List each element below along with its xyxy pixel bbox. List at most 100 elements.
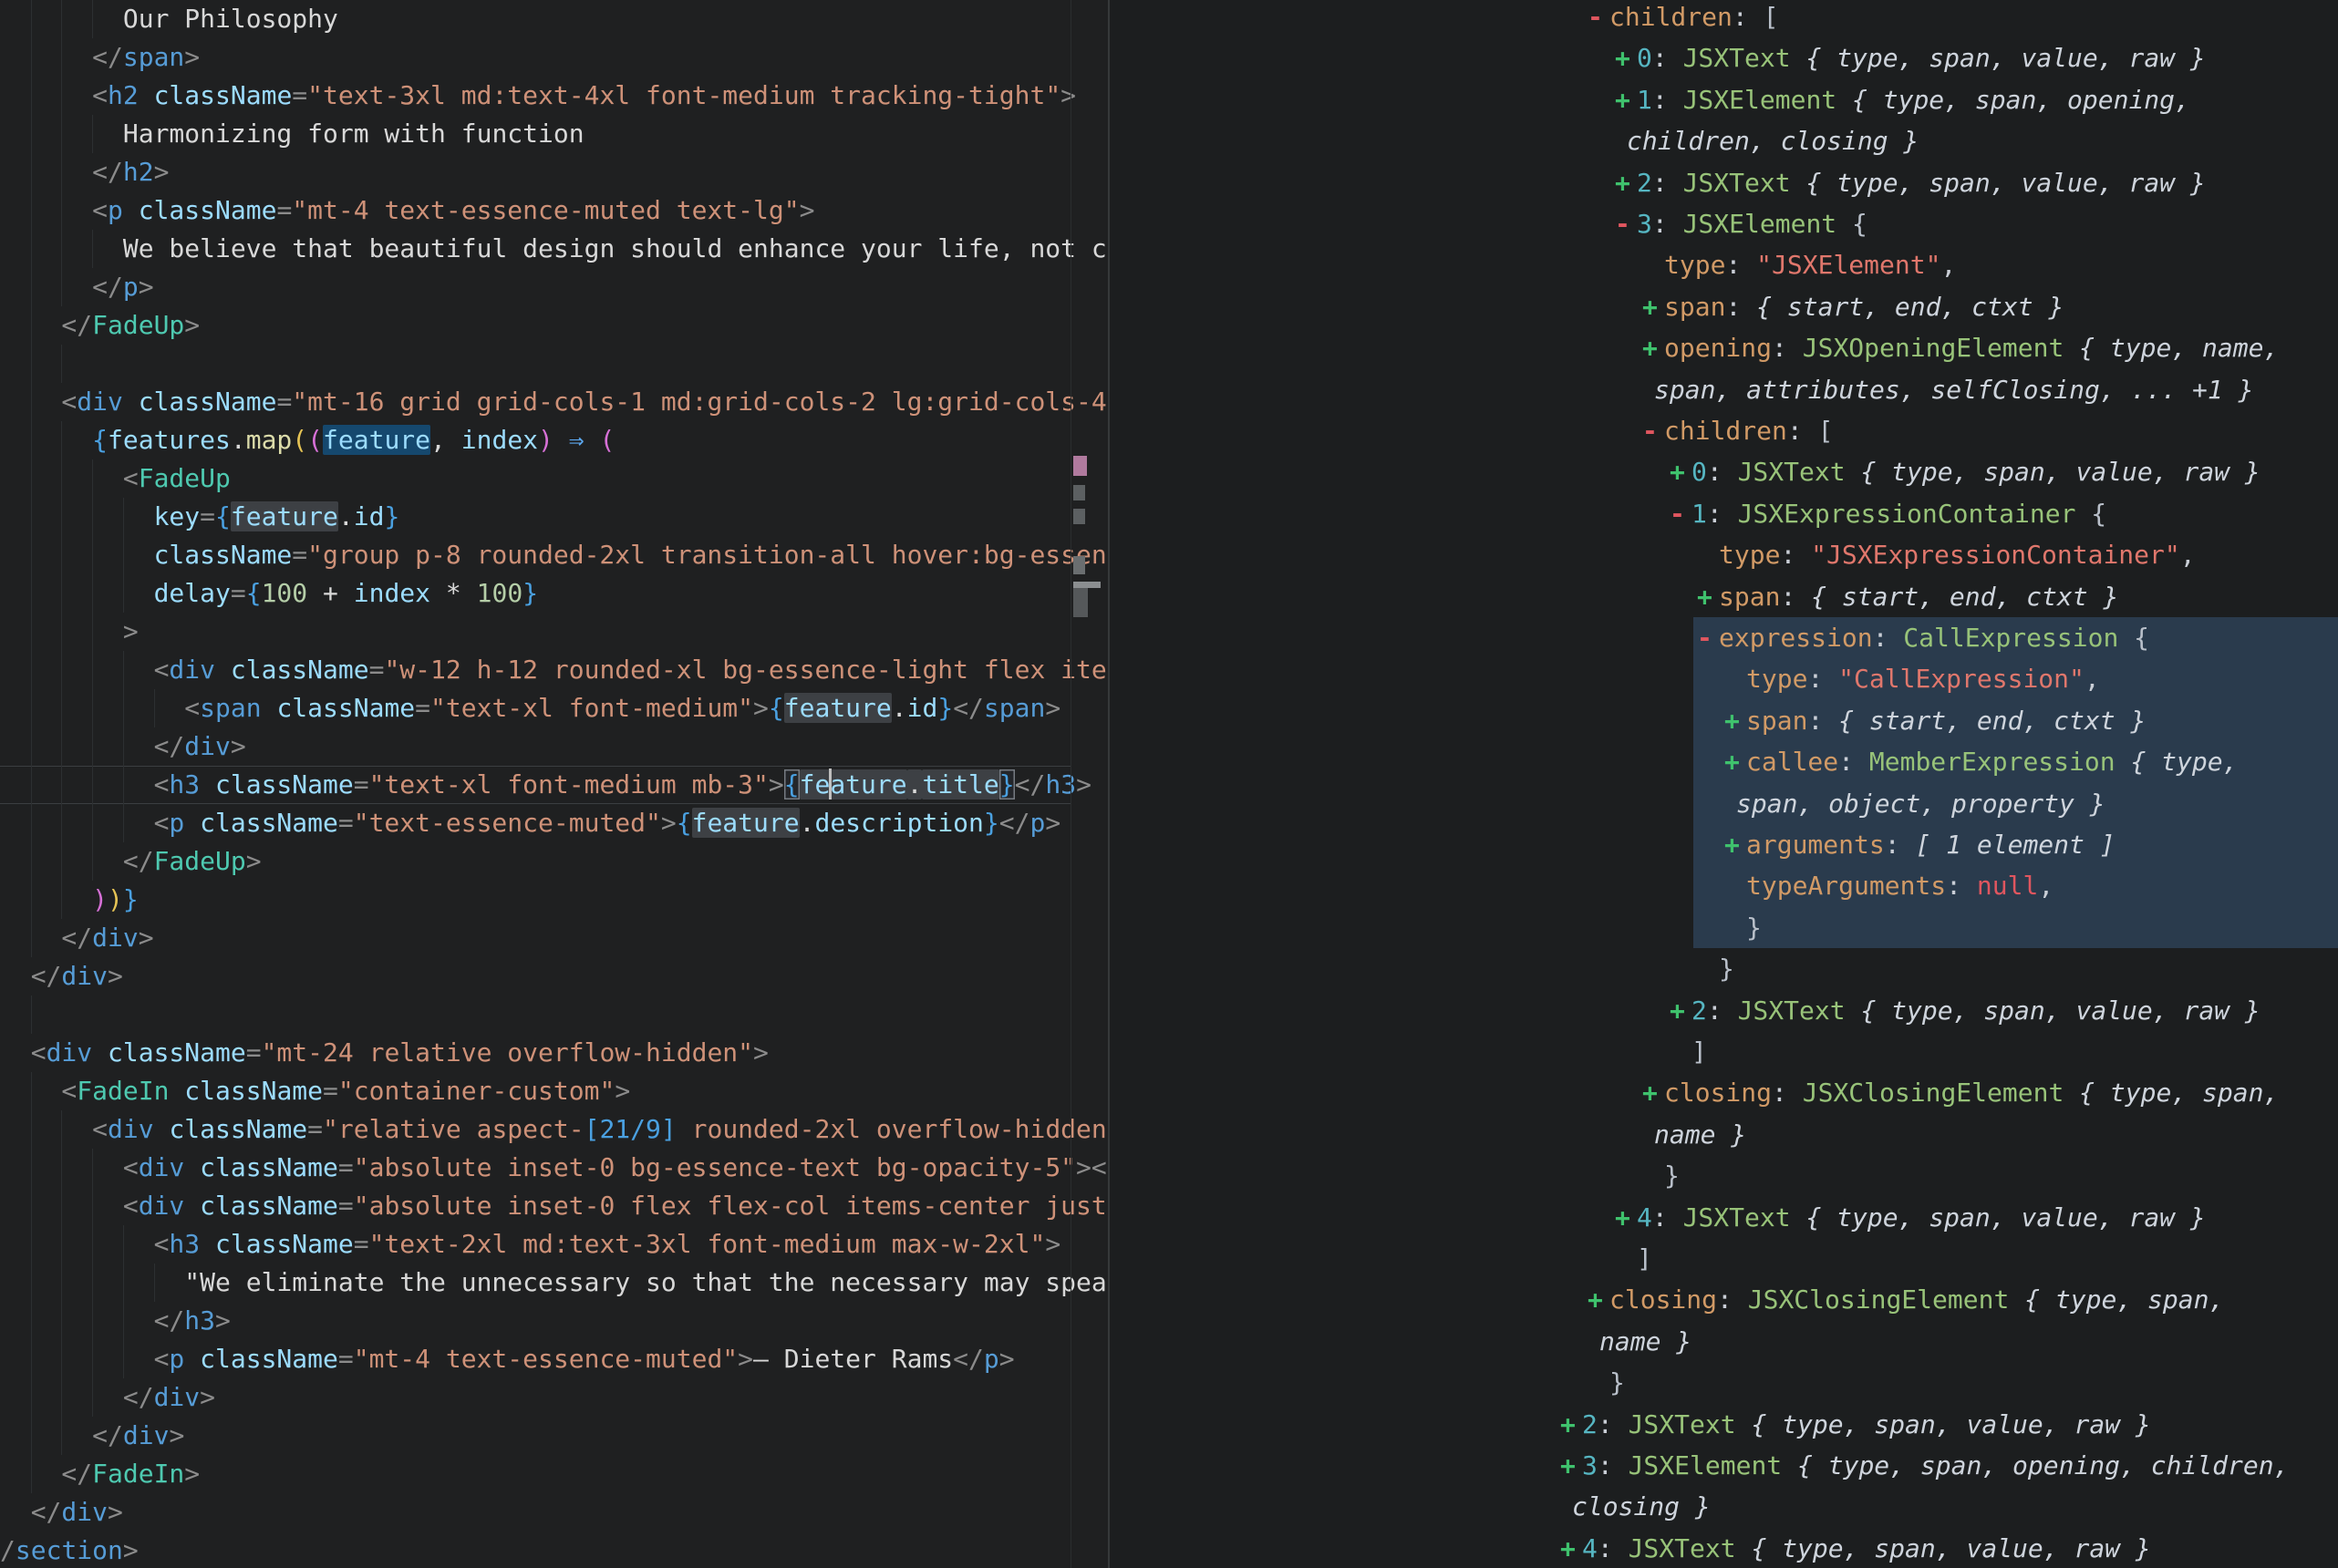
expand-icon[interactable]: + [1724,741,1746,783]
ast-node-row[interactable]: +closing: JSXClosingElement { type, span… [1588,1279,2224,1321]
code-line[interactable]: </h3> [0,1302,231,1340]
collapse-icon[interactable]: - [1697,617,1719,659]
ast-node-row[interactable]: +0: JSXText { type, span, value, raw } [1615,37,2206,79]
code-line[interactable]: ))} [0,881,139,919]
expand-icon[interactable]: + [1642,327,1664,369]
ast-node-row[interactable]: -1: JSXExpressionContainer { [1670,493,2106,535]
code-line[interactable]: <div className="absolute inset-0 bg-esse… [0,1149,1107,1187]
expand-icon[interactable]: + [1615,162,1637,204]
ast-node-row[interactable]: +4: JSXText { type, span, value, raw } [1560,1528,2151,1568]
code-line[interactable]: </section> [0,1532,139,1568]
scrollbar-thumb[interactable] [1073,588,1088,617]
expand-icon[interactable]: + [1615,79,1637,121]
code-line[interactable]: <p className="text-essence-muted">{featu… [0,804,1060,842]
code-line[interactable]: <FadeUp [0,459,231,498]
collapse-icon[interactable]: - [1670,493,1691,535]
collapse-icon[interactable]: - [1588,0,1609,38]
code-line[interactable] [0,345,92,383]
collapse-icon[interactable]: - [1642,410,1664,452]
ast-node-row[interactable]: } [1746,907,1762,949]
ast-node-row[interactable]: type: "CallExpression", [1746,658,2100,700]
ast-node-row[interactable]: +0: JSXText { type, span, value, raw } [1670,451,2260,493]
ast-node-row[interactable]: type: "JSXExpressionContainer", [1719,534,2196,576]
ast-node-row[interactable]: +3: JSXElement { type, span, opening, ch… [1560,1445,2289,1487]
collapse-icon[interactable]: - [1615,203,1637,245]
code-line[interactable]: key={feature.id} [0,498,399,536]
ast-node-row[interactable]: -expression: CallExpression { [1697,617,2149,659]
expand-icon[interactable]: + [1588,1279,1609,1321]
ast-node-row[interactable]: +span: { start, end, ctxt } [1724,700,2146,742]
code-line[interactable]: </div> [0,1378,215,1417]
expand-icon[interactable]: + [1615,37,1637,79]
ast-node-row[interactable]: ] [1691,1031,1707,1073]
ast-node-row[interactable]: -children: [ [1642,410,1833,452]
code-line[interactable]: We believe that beautiful design should … [0,230,1107,268]
expand-icon[interactable]: + [1560,1528,1582,1568]
code-line[interactable]: <h3 className="text-xl font-medium mb-3"… [0,766,1091,804]
ast-node-row[interactable]: +opening: JSXOpeningElement { type, name… [1642,327,2279,369]
code-line[interactable]: <h3 className="text-2xl md:text-3xl font… [0,1225,1060,1264]
ast-node-row[interactable]: +span: { start, end, ctxt } [1697,576,2118,618]
code-line[interactable]: </p> [0,268,154,306]
ast-tree-pane[interactable]: -children: [+0: JSXText { type, span, va… [1110,0,2338,1568]
code-line[interactable]: <div className="absolute inset-0 flex fl… [0,1187,1107,1225]
ast-node-row[interactable]: children, closing } [1627,120,1919,162]
jsx-editor-pane[interactable]: Our Philosophy</span><h2 className="text… [0,0,1108,1568]
code-line[interactable]: </div> [0,1493,123,1532]
code-line[interactable]: </FadeUp> [0,842,262,881]
expand-icon[interactable]: + [1697,576,1719,618]
code-line[interactable]: className="group p-8 rounded-2xl transit… [0,536,1107,574]
ast-node-row[interactable]: +4: JSXText { type, span, value, raw } [1615,1197,2206,1239]
code-line[interactable]: delay={100 + index * 100} [0,574,538,613]
ast-node-row[interactable]: name } [1654,1114,1746,1156]
ast-node-row[interactable]: +2: JSXText { type, span, value, raw } [1670,990,2260,1032]
code-line[interactable]: <div className="w-12 h-12 rounded-xl bg-… [0,651,1107,689]
ast-node-row[interactable]: +2: JSXText { type, span, value, raw } [1615,162,2206,204]
scrollbar-thumb[interactable] [1073,582,1101,588]
expand-icon[interactable]: + [1670,990,1691,1032]
code-line[interactable]: <div className="mt-24 relative overflow-… [0,1034,769,1072]
ast-node-row[interactable]: typeArguments: null, [1746,865,2054,907]
ast-node-row[interactable]: +closing: JSXClosingElement { type, span… [1642,1072,2279,1114]
expand-icon[interactable]: + [1724,700,1746,742]
code-line[interactable]: <FadeIn className="container-custom"> [0,1072,630,1110]
code-line[interactable]: <p className="mt-4 text-essence-muted">—… [0,1340,1015,1378]
ast-node-row[interactable]: } [1609,1362,1625,1404]
ast-node-row[interactable]: -3: JSXElement { [1615,203,1867,245]
ast-node-row[interactable]: +span: { start, end, ctxt } [1642,286,2064,328]
code-line[interactable] [0,995,61,1034]
code-line[interactable]: Our Philosophy [0,0,338,38]
code-line[interactable]: </div> [0,727,246,766]
expand-icon[interactable]: + [1724,824,1746,866]
ast-node-row[interactable]: span, attributes, selfClosing, ... +1 } [1654,369,2253,411]
ast-node-row[interactable]: -children: [ [1588,0,1778,38]
code-line[interactable]: </h2> [0,153,169,191]
code-line[interactable]: <div className="relative aspect-[21/9] r… [0,1110,1107,1149]
ast-node-row[interactable]: +arguments: [ 1 element ] [1724,824,2116,866]
expand-icon[interactable]: + [1560,1404,1582,1446]
ast-node-row[interactable]: name } [1599,1321,1691,1363]
code-line[interactable]: "We eliminate the unnecessary so that th… [0,1264,1108,1302]
expand-icon[interactable]: + [1670,451,1691,493]
expand-icon[interactable]: + [1642,286,1664,328]
code-line[interactable]: <span className="text-xl font-medium">{f… [0,689,1060,727]
ast-node-row[interactable]: } [1719,948,1734,990]
expand-icon[interactable]: + [1642,1072,1664,1114]
code-line[interactable]: > [0,613,139,651]
code-line[interactable]: </span> [0,38,200,77]
code-line[interactable]: {features.map((feature, index) ⇒ ( [0,421,615,459]
ast-node-row[interactable]: ] [1637,1238,1652,1280]
ast-node-row[interactable]: type: "JSXElement", [1664,244,1956,286]
ast-node-row[interactable]: span, object, property } [1736,783,2105,825]
code-line[interactable]: </div> [0,957,123,995]
code-line[interactable]: <div className="mt-16 grid grid-cols-1 m… [0,383,1107,421]
code-line[interactable]: </div> [0,919,154,957]
ast-node-row[interactable]: closing } [1572,1486,1711,1528]
expand-icon[interactable]: + [1615,1197,1637,1239]
code-line[interactable]: </div> [0,1417,184,1455]
ast-node-row[interactable]: +2: JSXText { type, span, value, raw } [1560,1404,2151,1446]
expand-icon[interactable]: + [1560,1445,1582,1487]
ast-node-row[interactable]: +callee: MemberExpression { type, [1724,741,2238,783]
code-line[interactable]: <h2 className="text-3xl md:text-4xl font… [0,77,1076,115]
code-line[interactable]: Harmonizing form with function [0,115,584,153]
